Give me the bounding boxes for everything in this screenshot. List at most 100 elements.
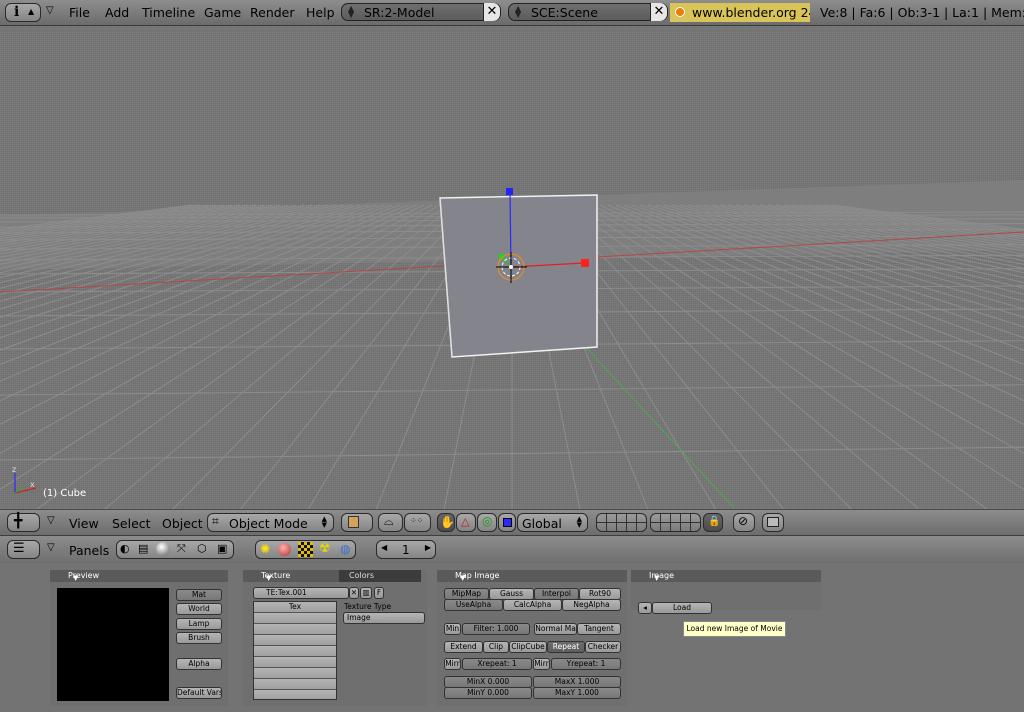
draw-mode-icon: [348, 516, 359, 528]
fake-user-f-button[interactable]: F: [374, 587, 384, 599]
close-icon[interactable]: ✕: [483, 3, 500, 21]
filter-field[interactable]: Filter: 1.000: [462, 623, 530, 635]
panels-label: Panels: [69, 543, 110, 558]
panel-header[interactable]: ▼ Texture: [243, 570, 339, 582]
layers-small-button[interactable]: ⁘⁘: [404, 513, 431, 532]
screen-name[interactable]: SR:2-Model: [364, 5, 434, 20]
chevron-right-icon[interactable]: ▶: [425, 543, 431, 552]
preview-mat-button[interactable]: Mat: [176, 589, 222, 601]
texture-name-field[interactable]: TE:Tex.001: [253, 587, 349, 599]
unlink-texture-button[interactable]: ✕: [349, 587, 359, 599]
z-handle: [506, 188, 513, 195]
preview-alpha-button[interactable]: Alpha: [176, 658, 222, 670]
fake-user-icon[interactable]: ▥: [360, 587, 372, 599]
mirror-y-toggle[interactable]: Mirr: [533, 658, 550, 670]
scale-manipulator-button[interactable]: [498, 513, 516, 532]
layer-buttons-group-2[interactable]: [650, 513, 701, 532]
translate-manipulator-button[interactable]: △: [456, 513, 476, 532]
texture-channel-list[interactable]: Tex: [253, 601, 337, 700]
editing-icon[interactable]: ⬡: [197, 542, 207, 555]
preview-lamp-button[interactable]: Lamp: [176, 618, 222, 630]
lock-layers-button[interactable]: 🔒: [703, 513, 723, 532]
xrepeat-field[interactable]: Xrepeat: 1: [462, 658, 532, 670]
maxy-field[interactable]: MaxY 1.000: [533, 687, 621, 699]
menu-game[interactable]: Game: [204, 5, 241, 20]
checker-toggle[interactable]: Checker: [585, 641, 621, 653]
texture-icon[interactable]: [298, 542, 313, 557]
world-icon[interactable]: ◍: [340, 542, 350, 556]
yrepeat-field[interactable]: Yrepeat: 1: [551, 658, 621, 670]
updown-arrows-icon: ▲ ▼: [348, 4, 355, 19]
scene-icon[interactable]: ▣: [217, 542, 227, 555]
close-icon[interactable]: ✕: [650, 3, 667, 21]
object-icon[interactable]: ⤧: [177, 542, 186, 556]
collapse-menus-icon[interactable]: ▽: [47, 542, 55, 553]
editor-type-3dview-button[interactable]: ╋: [7, 513, 40, 532]
render-view-button[interactable]: [762, 513, 784, 532]
radiosity-icon[interactable]: ☢: [319, 541, 331, 556]
collapse-menus-icon[interactable]: ▽: [47, 515, 55, 526]
load-image-button[interactable]: Load: [652, 602, 712, 614]
material-icon[interactable]: [278, 543, 291, 556]
lamp-icon[interactable]: ✺: [260, 542, 270, 556]
clipcube-toggle[interactable]: ClipCube: [509, 641, 547, 653]
collapse-menus-icon[interactable]: ▽: [46, 5, 54, 16]
panel-header[interactable]: ▼ Image: [631, 570, 821, 582]
clip-toggle[interactable]: Clip: [483, 641, 509, 653]
layer-buttons-group-1[interactable]: [596, 513, 647, 532]
scene-name[interactable]: SCE:Scene: [531, 5, 598, 20]
texture-panel: ▼ Texture Colors TE:Tex.001 ✕ ▥ F Tex Tex…: [243, 570, 427, 706]
screen-selector[interactable]: ▲ ▼ SR:2-Model ✕: [341, 3, 501, 21]
chevron-down-icon: ▲: [28, 7, 35, 16]
logic-icon[interactable]: ◐: [120, 542, 130, 555]
script-icon[interactable]: ▤: [138, 542, 148, 555]
min-toggle[interactable]: Min: [444, 623, 461, 635]
panel-header[interactable]: ▼ Map Image: [437, 570, 627, 582]
menu-object[interactable]: Object: [162, 516, 203, 531]
menu-view[interactable]: View: [69, 516, 99, 531]
pivot-button[interactable]: ⌓: [378, 513, 403, 532]
preview-world-button[interactable]: World: [176, 603, 222, 615]
chevron-left-icon[interactable]: ◀: [381, 543, 387, 552]
mirror-x-toggle[interactable]: Mirr: [444, 658, 461, 670]
normal-map-toggle[interactable]: Normal Ma: [534, 623, 577, 635]
manipulator-toggle-button[interactable]: ✋: [437, 513, 455, 532]
orientation-selector[interactable]: Global ▲ ▼: [517, 513, 588, 532]
occlusion-button[interactable]: ⊘: [733, 513, 755, 532]
menu-select[interactable]: Select: [112, 516, 151, 531]
blender-url[interactable]: www.blender.org 248: [670, 3, 810, 22]
info-icon: i: [14, 4, 20, 20]
repeat-toggle[interactable]: Repeat: [547, 641, 585, 653]
axis-z-label: z: [12, 465, 17, 474]
extend-toggle[interactable]: Extend: [444, 641, 483, 653]
draw-type-button[interactable]: [341, 513, 373, 532]
cube-object: [439, 194, 598, 358]
editor-type-info-button[interactable]: i ▲: [5, 3, 41, 22]
calcalpha-toggle[interactable]: CalcAlpha: [503, 599, 562, 611]
browse-image-button[interactable]: ◂: [638, 602, 652, 614]
3d-viewport[interactable]: z x (1) Cube: [0, 26, 1024, 509]
menu-add[interactable]: Add: [105, 5, 129, 20]
mode-selector[interactable]: ⌗ Object Mode ▲ ▼: [207, 513, 334, 532]
rotate-manipulator-button[interactable]: ◎: [477, 513, 497, 532]
frame-number-field[interactable]: ◀ 1 ▶: [376, 540, 436, 559]
miny-field[interactable]: MinY 0.000: [444, 687, 532, 699]
tangent-toggle[interactable]: Tangent: [577, 623, 621, 635]
default-vars-button[interactable]: Default Vars: [176, 687, 222, 699]
preview-brush-button[interactable]: Brush: [176, 632, 222, 644]
grid-dots-icon: ⁘⁘: [410, 516, 424, 525]
menu-render[interactable]: Render: [250, 5, 295, 20]
negalpha-toggle[interactable]: NegAlpha: [562, 599, 621, 611]
rotate-circle-icon: ◎: [482, 514, 493, 528]
panel-header[interactable]: ▼ Preview: [50, 570, 228, 582]
scene-selector[interactable]: ▲ ▼ SCE:Scene ✕: [508, 3, 668, 21]
viewport-scene[interactable]: [0, 26, 1024, 509]
menu-timeline[interactable]: Timeline: [142, 5, 195, 20]
tab-colors[interactable]: Colors: [339, 570, 421, 582]
shading-icon[interactable]: [156, 542, 170, 556]
editor-type-buttons-button[interactable]: ☰: [7, 540, 40, 559]
usealpha-toggle[interactable]: UseAlpha: [444, 599, 503, 611]
menu-file[interactable]: File: [69, 5, 90, 20]
texture-type-selector[interactable]: Image: [343, 612, 425, 624]
menu-help[interactable]: Help: [306, 5, 335, 20]
